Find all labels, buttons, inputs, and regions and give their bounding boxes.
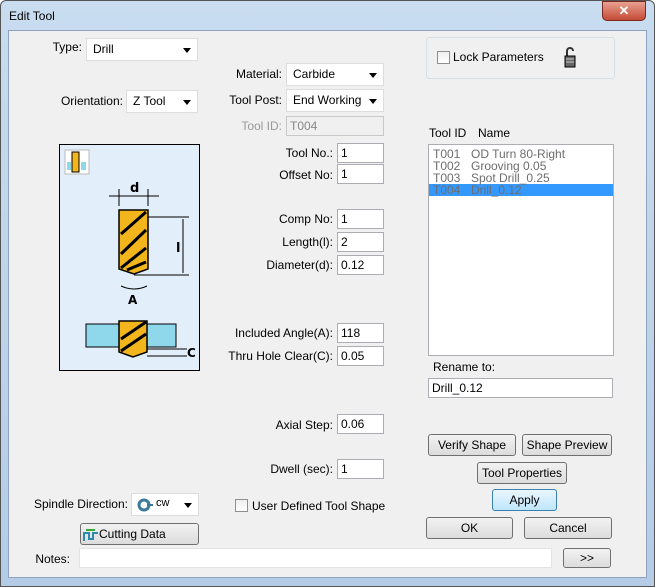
user-defined-shape-label: User Defined Tool Shape: [252, 499, 386, 513]
l-label: l: [176, 241, 180, 256]
tool-post-label: Tool Post:: [229, 93, 282, 107]
tool-no-label: Tool No.:: [285, 146, 333, 160]
list-header-name: Name: [478, 126, 511, 140]
included-angle-input[interactable]: 118: [337, 323, 384, 343]
comp-no-input[interactable]: 1: [337, 209, 384, 229]
close-icon: ✕: [618, 3, 630, 18]
tool-properties-button[interactable]: Tool Properties: [477, 462, 567, 484]
expand-notes-button[interactable]: >>: [563, 548, 611, 568]
lock-open-icon: [564, 47, 576, 68]
offset-no-input[interactable]: 1: [337, 164, 384, 184]
a-label: A: [128, 293, 138, 307]
spindle-direction-label: Spindle Direction:: [33, 497, 128, 511]
material-dropdown[interactable]: Carbide: [286, 63, 384, 86]
comp-no-label: Comp No:: [278, 212, 333, 226]
included-angle-label: Included Angle(A):: [234, 326, 333, 340]
tool-shape-icon: [64, 149, 90, 175]
cutting-data-icon: [83, 529, 98, 541]
lock-parameters-label: Lock Parameters: [453, 50, 544, 64]
tool-name: Drill_0.12: [471, 183, 522, 197]
rename-label: Rename to:: [433, 360, 496, 374]
c-label: C: [187, 346, 196, 360]
notes-input[interactable]: [79, 548, 552, 568]
rename-input[interactable]: Drill_0.12: [428, 378, 613, 398]
spindle-direction-value: cw: [156, 497, 170, 509]
notes-label: Notes:: [35, 552, 70, 566]
drill-diagram: d l A C: [59, 144, 200, 371]
orientation-label: Orientation:: [60, 94, 123, 108]
diameter-input[interactable]: 0.12: [337, 255, 384, 275]
ok-button[interactable]: OK: [426, 517, 513, 539]
user-defined-shape-checkbox[interactable]: [235, 499, 248, 512]
type-dropdown[interactable]: Drill: [86, 38, 198, 61]
list-header-id: Tool ID: [429, 126, 467, 140]
tool-no-input[interactable]: 1: [337, 143, 384, 163]
lock-parameters-checkbox[interactable]: [437, 51, 450, 64]
dwell-label: Dwell (sec):: [270, 462, 333, 476]
cancel-button[interactable]: Cancel: [524, 517, 612, 539]
close-button[interactable]: ✕: [602, 1, 646, 21]
shape-preview-button[interactable]: Shape Preview: [522, 434, 612, 456]
thru-hole-input[interactable]: 0.05: [337, 346, 384, 366]
tool-post-dropdown[interactable]: End Working: [286, 89, 384, 112]
tool-id-label: Tool ID:: [241, 119, 282, 133]
tool-list[interactable]: T001 OD Turn 80-Right T002 Grooving 0.05 T…: [428, 144, 614, 356]
window-title: Edit Tool: [9, 9, 55, 23]
diameter-label: Diameter(d):: [266, 258, 333, 272]
tool-id-field: T004: [286, 116, 384, 136]
apply-button[interactable]: Apply: [492, 489, 557, 511]
dwell-input[interactable]: 1: [337, 459, 384, 479]
verify-shape-button[interactable]: Verify Shape: [428, 434, 516, 456]
axial-step-input[interactable]: 0.06: [337, 414, 384, 434]
d-label: d: [130, 181, 139, 196]
cutting-data-label: Cutting Data: [99, 527, 166, 541]
orientation-dropdown[interactable]: Z Tool: [126, 90, 198, 113]
type-label: Type:: [52, 40, 82, 54]
length-label: Length(l):: [282, 235, 333, 249]
tool-id: T004: [433, 183, 461, 197]
thru-hole-label: Thru Hole Clear(C):: [228, 349, 333, 363]
spindle-direction-dropdown[interactable]: cw: [131, 493, 199, 516]
offset-no-label: Offset No:: [279, 168, 333, 182]
length-input[interactable]: 2: [337, 232, 384, 252]
material-label: Material:: [235, 67, 282, 81]
list-item-selected[interactable]: T004 Drill_0.12: [429, 184, 613, 196]
rotation-cw-icon: [137, 498, 153, 512]
axial-step-label: Axial Step:: [275, 418, 333, 432]
cutting-data-button[interactable]: Cutting Data: [80, 523, 199, 545]
